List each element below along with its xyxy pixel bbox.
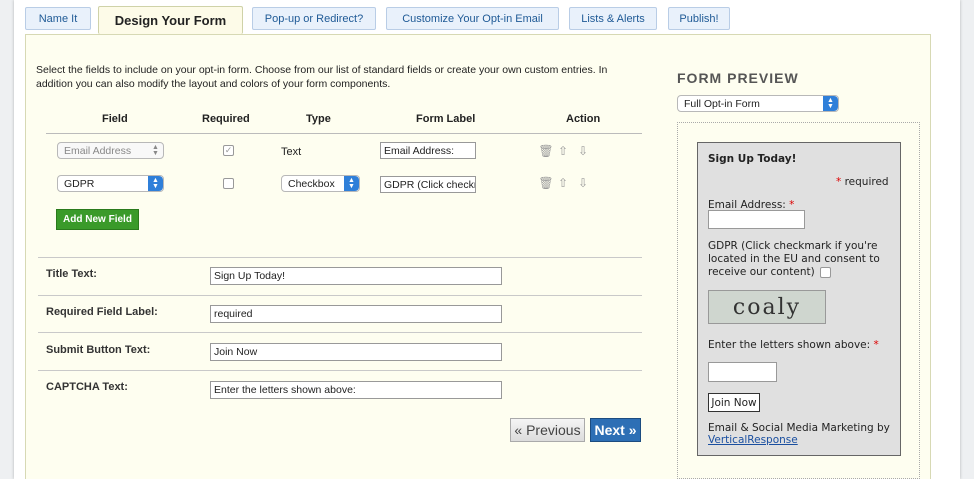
preview-footer-text: Email & Social Media Marketing by	[708, 422, 890, 434]
tab-customize-email[interactable]: Customize Your Opt-in Email	[386, 7, 559, 30]
tab-design-your-form[interactable]: Design Your Form	[98, 6, 243, 34]
preview-footer-link[interactable]: VerticalResponse	[708, 434, 798, 446]
header-field: Field	[102, 113, 128, 125]
tab-popup-or-redirect[interactable]: Pop-up or Redirect?	[252, 7, 376, 30]
captcha-text-input[interactable]: Enter the letters shown above:	[210, 381, 502, 399]
field-select-gdpr[interactable]: GDPR ▲ ▼	[57, 175, 164, 192]
preview-captcha-prompt: Enter the letters shown above: *	[708, 339, 879, 351]
header-action: Action	[566, 113, 601, 125]
preview-title: Sign Up Today!	[708, 153, 797, 165]
form-preview-heading: FORM PREVIEW	[677, 70, 799, 86]
settings-divider	[38, 295, 642, 296]
form-label-input-gdpr[interactable]: GDPR (Click checkmark	[380, 176, 476, 193]
arrow-up-icon[interactable]: ⇧	[556, 176, 570, 190]
type-text-email: Text	[281, 146, 302, 158]
field-select-email-value: Email Address	[64, 144, 132, 157]
settings-divider	[38, 370, 642, 371]
preview-required-label: required	[844, 176, 889, 188]
arrow-down-icon[interactable]: ⇩	[576, 144, 590, 158]
table-header-divider	[46, 133, 642, 134]
field-select-email: Email Address ▲ ▼	[57, 142, 164, 159]
add-new-field-button[interactable]: Add New Field	[56, 209, 139, 230]
tab-name-it[interactable]: Name It	[25, 7, 91, 30]
type-select-gdpr-value: Checkbox	[288, 177, 335, 190]
header-form-label: Form Label	[416, 113, 476, 125]
header-required: Required	[202, 113, 250, 125]
select-arrows-icon: ▲ ▼	[344, 176, 359, 191]
preview-gdpr-label-text: GDPR (Click checkmark if you're located …	[708, 240, 880, 278]
tab-lists-alerts[interactable]: Lists & Alerts	[569, 7, 657, 30]
required-checkbox-gdpr[interactable]	[223, 178, 234, 189]
preview-submit-button[interactable]: Join Now	[708, 393, 760, 412]
required-asterisk: *	[836, 176, 842, 188]
required-checkbox-email: ✓	[223, 145, 234, 156]
preview-gdpr-label: GDPR (Click checkmark if you're located …	[708, 240, 894, 279]
trash-icon[interactable]: 🗑	[538, 144, 553, 158]
arrow-up-icon[interactable]: ⇧	[556, 144, 570, 158]
title-text-label: Title Text:	[46, 268, 97, 280]
title-text-input[interactable]: Sign Up Today!	[210, 267, 502, 285]
captcha-text-label: CAPTCHA Text:	[46, 381, 128, 393]
preview-form-type-select[interactable]: Full Opt-in Form ▲ ▼	[677, 95, 839, 112]
select-arrows-icon: ▲ ▼	[148, 176, 163, 191]
captcha-image: coaly	[708, 290, 826, 324]
intro-text: Select the fields to include on your opt…	[36, 64, 608, 90]
preview-captcha-prompt-text: Enter the letters shown above:	[708, 339, 871, 351]
settings-divider	[38, 332, 642, 333]
preview-form-type-value: Full Opt-in Form	[684, 97, 760, 110]
submit-button-text-label: Submit Button Text:	[46, 344, 151, 356]
submit-button-text-input[interactable]: Join Now	[210, 343, 502, 361]
field-select-gdpr-value: GDPR	[64, 177, 95, 190]
header-type: Type	[306, 113, 331, 125]
settings-divider	[38, 257, 642, 258]
required-asterisk: *	[873, 339, 879, 351]
select-arrows-icon: ▲ ▼	[823, 96, 838, 111]
required-field-label-label: Required Field Label:	[46, 306, 158, 318]
arrow-down-icon[interactable]: ⇩	[576, 176, 590, 190]
select-arrows-icon: ▲ ▼	[152, 143, 159, 157]
type-select-gdpr[interactable]: Checkbox ▲ ▼	[281, 175, 360, 192]
trash-icon[interactable]: 🗑	[538, 176, 553, 190]
preview-email-input[interactable]	[708, 210, 805, 229]
preview-captcha-input[interactable]	[708, 362, 777, 382]
preview-gdpr-checkbox[interactable]	[820, 266, 832, 278]
form-label-input-email[interactable]: Email Address:	[380, 142, 476, 159]
preview-required-note: * required	[836, 176, 889, 188]
tab-publish[interactable]: Publish!	[668, 7, 730, 30]
required-field-label-input[interactable]: required	[210, 305, 502, 323]
next-button[interactable]: Next »	[590, 418, 641, 442]
previous-button[interactable]: « Previous	[510, 418, 585, 442]
